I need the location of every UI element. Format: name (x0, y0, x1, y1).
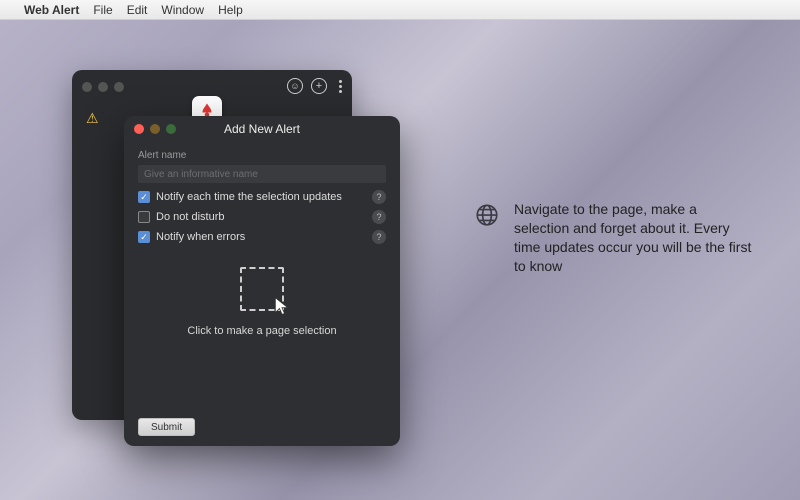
submit-button[interactable]: Submit (138, 418, 195, 436)
face-icon[interactable]: ☺ (287, 78, 303, 94)
window-close-button[interactable] (134, 124, 144, 134)
window-zoom-inactive[interactable] (114, 82, 124, 92)
app-menu[interactable]: Web Alert (24, 3, 79, 17)
help-icon[interactable]: ? (372, 210, 386, 224)
checkbox-notify-updates[interactable]: ✓ (138, 191, 150, 203)
window-minimize-button[interactable] (150, 124, 160, 134)
blurb-text: Navigate to the page, make a selection a… (514, 200, 754, 276)
selection-area[interactable] (240, 267, 284, 311)
checkbox-do-not-disturb-label: Do not disturb (156, 211, 224, 223)
menu-file[interactable]: File (93, 3, 112, 17)
cursor-icon (272, 296, 292, 319)
menu-window[interactable]: Window (161, 3, 204, 17)
help-icon[interactable]: ? (372, 230, 386, 244)
alert-name-input[interactable] (138, 165, 386, 183)
warning-icon: ⚠︎ (86, 110, 99, 127)
menu-bar: Web Alert File Edit Window Help (0, 0, 800, 20)
window-close-inactive[interactable] (82, 82, 92, 92)
window-zoom-button[interactable] (166, 124, 176, 134)
add-alert-dialog: Add New Alert Alert name ✓ Notify each t… (124, 116, 400, 446)
window-minimize-inactive[interactable] (98, 82, 108, 92)
menu-help[interactable]: Help (218, 3, 243, 17)
dialog-title: Add New Alert (224, 122, 300, 136)
checkbox-do-not-disturb[interactable] (138, 211, 150, 223)
alert-name-label: Alert name (138, 150, 386, 161)
globe-icon (474, 202, 500, 233)
marketing-blurb: Navigate to the page, make a selection a… (474, 200, 754, 276)
checkbox-notify-errors-label: Notify when errors (156, 231, 245, 243)
more-icon[interactable] (339, 80, 342, 93)
add-icon[interactable]: + (311, 78, 327, 94)
help-icon[interactable]: ? (372, 190, 386, 204)
checkbox-notify-errors[interactable]: ✓ (138, 231, 150, 243)
selection-hint: Click to make a page selection (138, 325, 386, 337)
menu-edit[interactable]: Edit (127, 3, 148, 17)
dialog-titlebar: Add New Alert (124, 116, 400, 142)
checkbox-notify-updates-label: Notify each time the selection updates (156, 191, 342, 203)
